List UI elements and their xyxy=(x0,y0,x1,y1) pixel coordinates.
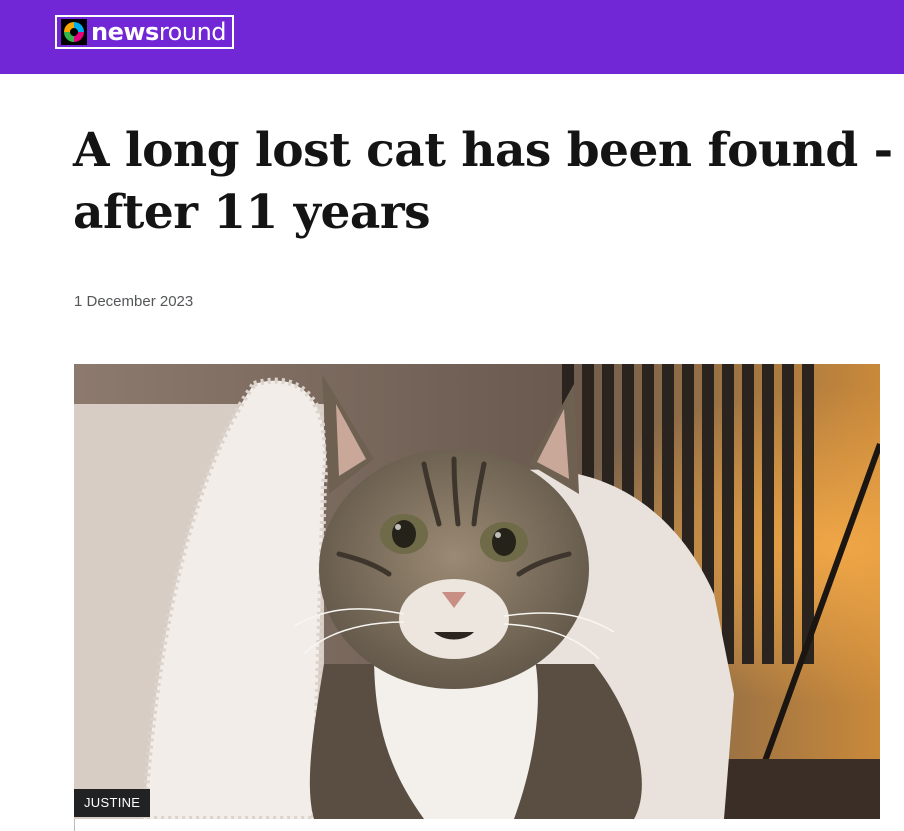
article-date: 1 December 2023 xyxy=(74,293,194,310)
image-credit: JUSTINE xyxy=(74,789,151,817)
site-header: newsround xyxy=(0,0,904,74)
cat-photo-illustration xyxy=(74,364,880,819)
article-hero-image xyxy=(74,364,880,819)
cbbc-logo-icon xyxy=(61,19,87,45)
article-headline: A long lost cat has been found - after 1… xyxy=(73,123,893,240)
newsround-logo-link[interactable]: newsround xyxy=(55,15,235,49)
caption-divider xyxy=(74,819,75,831)
brand-wordmark: newsround xyxy=(91,18,227,46)
